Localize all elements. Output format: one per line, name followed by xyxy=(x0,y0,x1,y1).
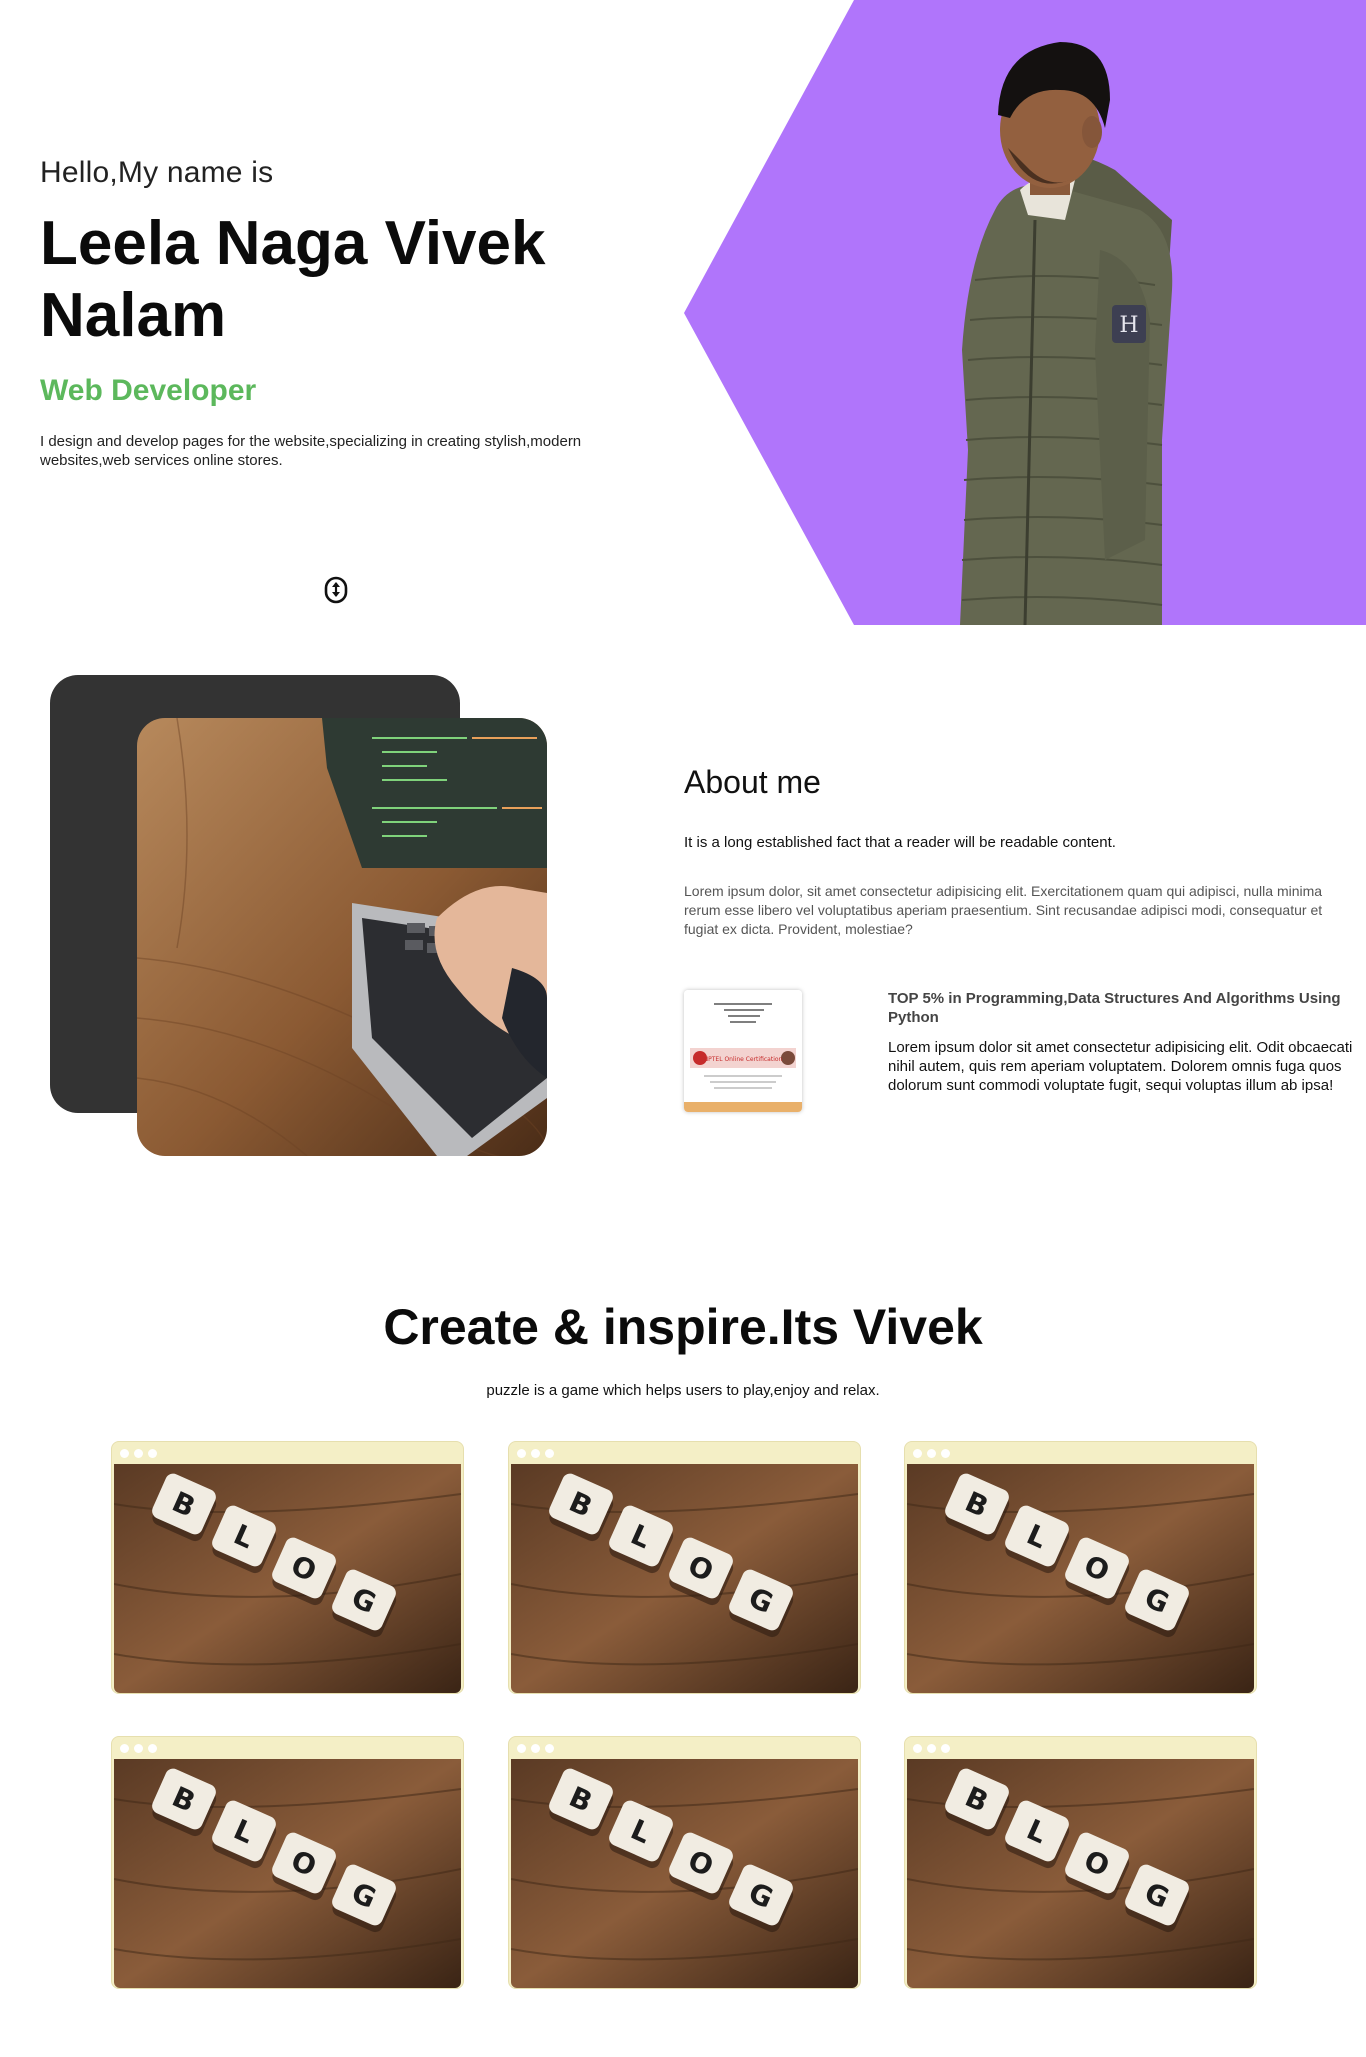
projects-title: Create & inspire.Its Vivek xyxy=(383,1299,983,1355)
project-image: BLOG xyxy=(511,1464,858,1693)
window-dot-icon xyxy=(120,1744,129,1753)
hero-section: Hello,My name is Leela Naga Vivek Nalam … xyxy=(0,0,1366,625)
hero-intro: I design and develop pages for the websi… xyxy=(40,433,582,469)
hero-role: Web Developer xyxy=(40,374,257,407)
window-dot-icon xyxy=(941,1449,950,1458)
window-dot-icon xyxy=(517,1744,526,1753)
about-laptop-photo xyxy=(137,718,547,1156)
project-image: BLOG xyxy=(907,1464,1254,1693)
hero-greeting: Hello,My name is xyxy=(40,156,274,189)
window-dot-icon xyxy=(531,1744,540,1753)
certificate-title: TOP 5% in Programming,Data Structures An… xyxy=(888,990,1341,1026)
project-card[interactable]: BLOG xyxy=(904,1441,1257,1694)
window-dot-icon xyxy=(545,1449,554,1458)
window-dot-icon xyxy=(148,1744,157,1753)
projects-subtitle: puzzle is a game which helps users to pl… xyxy=(486,1382,880,1399)
project-card[interactable]: BLOG xyxy=(111,1736,464,1989)
about-lead: It is a long established fact that a rea… xyxy=(684,834,1116,851)
card-window-bar xyxy=(905,1442,1256,1464)
window-dot-icon xyxy=(120,1449,129,1458)
about-title: About me xyxy=(684,764,821,800)
about-body: Lorem ipsum dolor, sit amet consectetur … xyxy=(684,883,1323,937)
card-window-bar xyxy=(112,1737,463,1759)
window-dot-icon xyxy=(134,1744,143,1753)
svg-text:H: H xyxy=(1119,313,1138,338)
window-dot-icon xyxy=(941,1744,950,1753)
profile-photo: H xyxy=(960,42,1173,625)
card-window-bar xyxy=(509,1442,860,1464)
card-window-bar xyxy=(905,1737,1256,1759)
project-card[interactable]: BLOG xyxy=(904,1736,1257,1989)
mouse-scroll-icon[interactable] xyxy=(324,576,348,604)
project-card[interactable]: BLOG xyxy=(508,1736,861,1989)
project-card[interactable]: BLOG xyxy=(111,1441,464,1694)
project-image: BLOG xyxy=(114,1759,461,1988)
project-image: BLOG xyxy=(511,1759,858,1988)
window-dot-icon xyxy=(927,1744,936,1753)
card-window-bar xyxy=(509,1737,860,1759)
window-dot-icon xyxy=(517,1449,526,1458)
window-dot-icon xyxy=(927,1449,936,1458)
certificate-body: Lorem ipsum dolor sit amet consectetur a… xyxy=(888,1039,1353,1094)
hero-name: Leela Naga Vivek Nalam xyxy=(40,209,546,350)
window-dot-icon xyxy=(913,1449,922,1458)
window-dot-icon xyxy=(134,1449,143,1458)
project-image: BLOG xyxy=(907,1759,1254,1988)
window-dot-icon xyxy=(531,1449,540,1458)
project-image: BLOG xyxy=(114,1464,461,1693)
certificate-heading: NPTEL Online Certification xyxy=(704,1056,783,1063)
project-card[interactable]: BLOG xyxy=(508,1441,861,1694)
window-dot-icon xyxy=(545,1744,554,1753)
window-dot-icon xyxy=(913,1744,922,1753)
card-window-bar xyxy=(112,1442,463,1464)
certificate-thumbnail[interactable]: NPTEL Online Certification xyxy=(684,990,802,1112)
window-dot-icon xyxy=(148,1449,157,1458)
